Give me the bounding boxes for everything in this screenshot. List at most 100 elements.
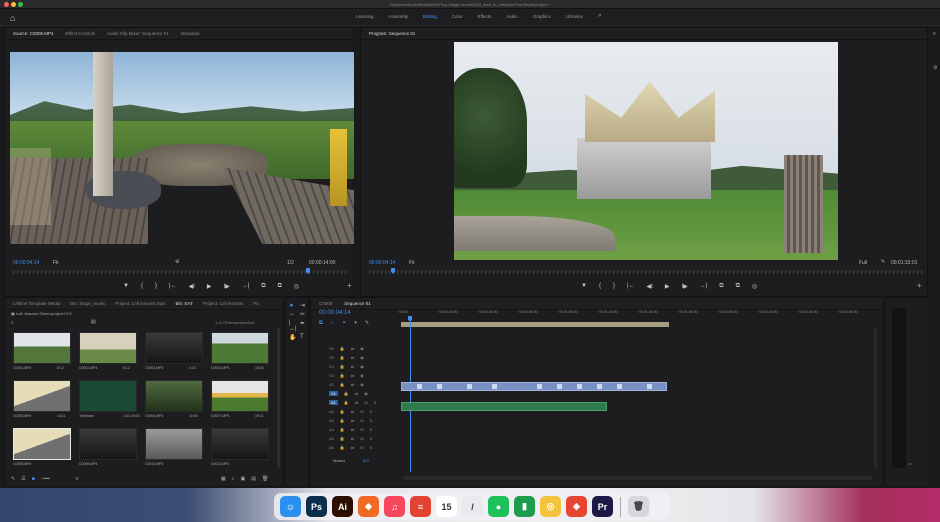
workspace-tab-libraries[interactable]: Libraries <box>566 14 583 19</box>
home-icon[interactable]: ⌂ <box>10 13 15 23</box>
solo-icon[interactable]: S <box>370 445 373 450</box>
toggle-output-icon[interactable]: ◉ <box>360 346 364 351</box>
zoom-window-button[interactable] <box>18 2 23 7</box>
source-time-ruler[interactable] <box>10 270 348 278</box>
sort-icon[interactable]: ≡ <box>76 476 79 482</box>
sync-lock-icon[interactable]: ⇄ <box>351 445 354 450</box>
dock-trash-icon[interactable]: 🗑 <box>628 496 649 517</box>
mark-out-button[interactable]: } <box>613 283 615 290</box>
dock-cleaner-icon[interactable]: ◈ <box>566 496 587 517</box>
lock-icon[interactable]: 🔒 <box>340 346 345 351</box>
project-tab-5[interactable]: Pic <box>253 301 259 306</box>
track-header-v1[interactable]: V1 🔒 ⇄ ◉ <box>313 389 399 397</box>
project-item-thumbnail[interactable] <box>211 332 269 364</box>
step-back-button[interactable]: ◀I <box>647 283 653 290</box>
type-tool-icon[interactable]: T <box>300 334 309 341</box>
timeline-vscroll[interactable] <box>874 328 877 468</box>
snap-icon[interactable]: ∩ <box>331 320 335 326</box>
go-to-out-button[interactable]: →| <box>242 283 250 290</box>
project-tab-1[interactable]: Bin: Stage_music <box>70 301 105 306</box>
toggle-output-icon[interactable]: ◉ <box>360 373 364 378</box>
dock-brave-icon[interactable]: ◆ <box>358 496 379 517</box>
go-to-out-button[interactable]: →| <box>700 283 708 290</box>
bin-icon[interactable]: ▤ <box>91 319 96 325</box>
workspace-tab-assembly[interactable]: Assembly <box>389 14 409 19</box>
dock-spotify-icon[interactable]: ● <box>488 496 509 517</box>
dock-finder-icon[interactable]: ☺ <box>280 496 301 517</box>
sync-lock-icon[interactable]: ⇄ <box>351 418 354 423</box>
sync-lock-icon[interactable]: ⇄ <box>355 400 358 405</box>
track-header-a4[interactable]: A4 🔒 ⇄ M S <box>313 425 399 433</box>
track-target-toggle[interactable]: A5 <box>329 436 334 441</box>
search-icon[interactable]: ⌕ <box>11 320 14 326</box>
step-back-button[interactable]: ◀I <box>189 283 195 290</box>
clear-icon[interactable]: 🗑 <box>262 476 268 482</box>
project-scrollbar[interactable] <box>277 328 280 468</box>
selection-tool-icon[interactable]: ➤ <box>289 302 298 309</box>
project-tab-0[interactable]: Lifeline Template Media <box>13 301 60 306</box>
workspace-tab-graphics[interactable]: Graphics <box>533 14 551 19</box>
hand-tool-icon[interactable]: ✋ <box>289 334 298 341</box>
program-timecode[interactable]: 00:00:04:14 <box>369 260 395 266</box>
clip-cut-marker[interactable] <box>617 384 622 389</box>
wrench-icon[interactable]: ⚙ <box>175 259 179 265</box>
lock-icon[interactable]: 🔒 <box>340 427 345 432</box>
dock-script-icon[interactable]: / <box>462 496 483 517</box>
project-item-thumbnail[interactable] <box>145 332 203 364</box>
program-ratio-select[interactable]: Full <box>859 260 867 266</box>
program-add-button-icon[interactable]: + <box>917 281 922 290</box>
new-item-icon[interactable]: ▤ <box>251 476 256 482</box>
track-target-toggle[interactable]: V4 <box>329 364 334 369</box>
lock-icon[interactable]: 🔒 <box>340 364 345 369</box>
project-item-thumbnail[interactable] <box>211 428 269 460</box>
project-item-thumbnail[interactable] <box>13 428 71 460</box>
source-add-button-icon[interactable]: + <box>347 281 352 290</box>
source-tab-3[interactable]: Metadata <box>181 31 200 36</box>
source-fit-select[interactable]: Fit <box>53 260 59 266</box>
toggle-output-icon[interactable]: ◉ <box>364 391 368 396</box>
clip-cut-marker[interactable] <box>647 384 652 389</box>
lock-icon[interactable]: 🔒 <box>340 355 345 360</box>
sync-lock-icon[interactable]: ⇄ <box>351 355 354 360</box>
sync-lock-icon[interactable]: ⇄ <box>351 409 354 414</box>
track-header-v2[interactable]: V2 🔒 ⇄ ◉ <box>313 380 399 388</box>
pencil-icon[interactable]: ✎ <box>11 476 15 482</box>
lock-icon[interactable]: 🔒 <box>344 391 349 396</box>
solo-icon[interactable]: S <box>370 427 373 432</box>
linked-icon[interactable]: ⚭ <box>342 320 346 326</box>
dock-calendar-icon[interactable]: 15 <box>436 496 457 517</box>
master-value[interactable]: 0.0 <box>363 458 369 463</box>
step-forward-button[interactable]: I▶ <box>681 283 687 290</box>
track-header-a3[interactable]: A3 🔒 ⇄ M S <box>313 416 399 424</box>
lock-icon[interactable]: 🔒 <box>340 409 345 414</box>
dock-photoshop-icon[interactable]: Ps <box>306 496 327 517</box>
track-target-toggle[interactable]: A2 <box>329 409 334 414</box>
track-header-v3[interactable]: V3 🔒 ⇄ ◉ <box>313 371 399 379</box>
workspace-tab-audio[interactable]: Audio <box>506 14 518 19</box>
track-target-toggle[interactable]: A6 <box>329 445 334 450</box>
go-to-in-button[interactable]: |← <box>627 283 635 290</box>
program-tab-0[interactable]: Program: Sequence 01 <box>369 31 415 36</box>
go-to-in-button[interactable]: |← <box>169 283 177 290</box>
lock-icon[interactable]: 🔒 <box>340 445 345 450</box>
nest-icon[interactable]: ⧉ <box>319 320 323 326</box>
track-header-a5[interactable]: A5 🔒 ⇄ M S <box>313 434 399 442</box>
solo-icon[interactable]: S <box>374 400 377 405</box>
play-button[interactable]: ▶ <box>665 283 670 290</box>
toggle-output-icon[interactable]: ◉ <box>360 382 364 387</box>
track-header-v6[interactable]: V6 🔒 ⇄ ◉ <box>313 344 399 352</box>
timeline-tab-0[interactable]: C0005 <box>319 301 332 306</box>
project-tab-2[interactable]: Project: Lofi lessons.mp4 <box>115 301 165 306</box>
track-header-a6[interactable]: A6 🔒 ⇄ M S <box>313 443 399 451</box>
dock-music-icon[interactable]: ♫ <box>384 496 405 517</box>
source-tab-2[interactable]: Audio Clip Mixer: Sequence 01 <box>107 31 169 36</box>
project-item-thumbnail[interactable] <box>13 380 71 412</box>
mark-in-button[interactable]: { <box>141 283 143 290</box>
clip-cut-marker[interactable] <box>467 384 472 389</box>
timeline-ruler[interactable]: 00:00 00:00:15:00 00:00:30:00 00:00:45:00 00… <box>399 310 879 322</box>
dock-todoist-icon[interactable]: ≡ <box>410 496 431 517</box>
track-target-toggle[interactable]: V3 <box>329 373 334 378</box>
list-view-icon[interactable]: ☰ <box>21 476 25 482</box>
track-target-toggle[interactable]: V6 <box>329 346 334 351</box>
marker-icon[interactable]: ▾ <box>354 320 357 326</box>
